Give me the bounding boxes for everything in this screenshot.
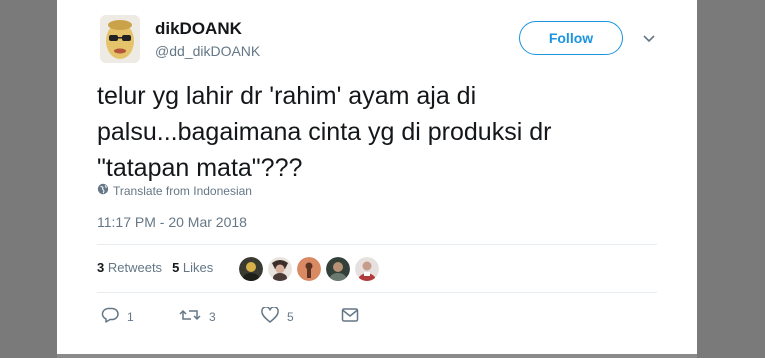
tweet-timestamp[interactable]: 11:17 PM - 20 Mar 2018 — [97, 214, 247, 230]
translate-label: Translate from Indonesian — [113, 183, 252, 198]
tweet-text: telur yg lahir dr 'rahim' ayam aja di pa… — [97, 78, 657, 186]
retweets-stat[interactable]: 3 Retweets — [97, 260, 162, 275]
tweet-actions: 1 3 5 — [101, 306, 359, 326]
direct-message-button[interactable] — [341, 307, 359, 326]
avatar-face-icon — [100, 15, 140, 63]
divider — [97, 292, 657, 293]
tweet-card: dikDOANK @dd_dikDOANK Follow telur yg la… — [57, 0, 697, 358]
user-handle[interactable]: @dd_dikDOANK — [155, 43, 260, 59]
reply-count: 1 — [127, 309, 134, 324]
globe-icon — [97, 183, 109, 198]
likes-count: 5 — [172, 260, 180, 275]
likers-avatars — [239, 257, 379, 281]
tweet-line: palsu...bagaimana cinta yg di produksi d… — [97, 118, 552, 146]
retweets-label: Retweets — [107, 260, 163, 275]
liker-avatar[interactable] — [355, 257, 379, 281]
like-button[interactable]: 5 — [261, 306, 341, 326]
follow-button[interactable]: Follow — [519, 21, 623, 55]
like-count: 5 — [287, 309, 294, 324]
translate-link[interactable]: Translate from Indonesian — [97, 183, 252, 198]
divider — [97, 244, 657, 245]
tweet-line: "tatapan mata"??? — [97, 154, 303, 182]
tweet-stats: 3 Retweets 5 Likes — [97, 260, 213, 275]
retweet-button[interactable]: 3 — [179, 307, 261, 326]
background-overlay — [697, 0, 765, 358]
display-name[interactable]: dikDOANK — [155, 19, 242, 39]
chevron-down-icon[interactable] — [642, 32, 656, 46]
tweet-line: telur yg lahir dr 'rahim' ayam aja di — [97, 82, 477, 110]
retweet-count: 3 — [209, 309, 216, 324]
reply-button[interactable]: 1 — [101, 307, 179, 326]
user-avatar[interactable] — [100, 15, 140, 63]
liker-avatar[interactable] — [268, 257, 292, 281]
likes-stat[interactable]: 5 Likes — [172, 260, 213, 275]
retweets-count: 3 — [97, 260, 105, 275]
liker-avatar[interactable] — [239, 257, 263, 281]
liker-avatar[interactable] — [297, 257, 321, 281]
reply-icon — [101, 307, 119, 326]
card-bottom-edge — [57, 354, 697, 358]
likes-label: Likes — [182, 260, 214, 275]
heart-icon — [261, 306, 279, 326]
liker-avatar[interactable] — [326, 257, 350, 281]
retweet-icon — [179, 307, 201, 326]
envelope-icon — [341, 307, 359, 326]
